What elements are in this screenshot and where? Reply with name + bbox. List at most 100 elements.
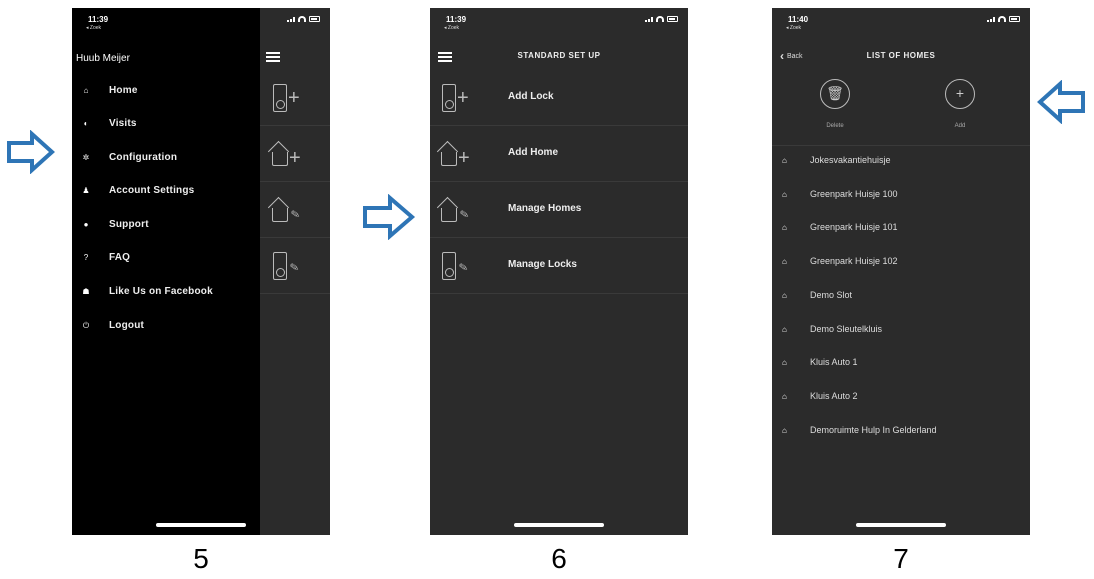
menu-item-support[interactable]: ● Support <box>72 216 260 236</box>
status-bar: 11:40 ◂ Zoek <box>772 8 1030 38</box>
row-label: Manage Homes <box>508 203 582 214</box>
home-icon: ⌂ <box>83 86 89 95</box>
wifi-icon <box>298 16 306 22</box>
delete-label: Delete <box>826 123 844 129</box>
side-menu-drawer: 11:39 ◂ Zoek Huub Meijer ⌂ Home ◐ Visits… <box>72 8 260 535</box>
home-list-item[interactable]: ⌂ Demo Sleutelkluis <box>772 321 1030 341</box>
arrow-left-icon <box>1037 80 1085 124</box>
arrow-right-icon <box>7 130 55 174</box>
back-to-app-link[interactable]: ◂ Zoek <box>86 25 101 31</box>
status-bar: 11:39 ◂ Zoek <box>430 8 688 38</box>
hamburger-menu-icon[interactable] <box>266 52 280 62</box>
wifi-icon <box>998 16 1006 22</box>
step-number: 6 <box>551 543 567 574</box>
home-name: Greenpark Huisje 100 <box>810 189 898 199</box>
menu-item-label: Logout <box>109 320 145 331</box>
add-lock-peek[interactable]: + <box>260 70 330 126</box>
home-list-item[interactable]: ⌂ Kluis Auto 2 <box>772 388 1030 408</box>
home-icon: ⌂ <box>782 156 787 165</box>
user-name: Huub Meijer <box>76 53 130 64</box>
delete-button[interactable]: 🗑 <box>820 79 850 109</box>
add-button[interactable]: + <box>945 79 975 109</box>
home-list-item[interactable]: ⌂ Kluis Auto 1 <box>772 354 1030 374</box>
home-icon: ⌂ <box>782 358 787 367</box>
home-name: Kluis Auto 2 <box>810 391 858 401</box>
plus-icon: + <box>955 85 965 101</box>
gear-icon: ✲ <box>82 153 90 162</box>
manage-homes-row[interactable]: ✎ Manage Homes <box>430 182 688 238</box>
home-indicator[interactable] <box>156 523 246 527</box>
signal-icon <box>645 17 653 22</box>
menu-item-logout[interactable]: ⏻ Logout <box>72 317 260 337</box>
menu-item-label: FAQ <box>109 252 131 263</box>
menu-item-account-settings[interactable]: ♟ Account Settings <box>72 182 260 202</box>
home-name: Greenpark Huisje 102 <box>810 256 898 266</box>
home-icon: ⌂ <box>782 291 787 300</box>
battery-icon <box>309 16 320 22</box>
home-icon: ⌂ <box>782 223 787 232</box>
menu-item-configuration[interactable]: ✲ Configuration <box>72 149 260 169</box>
add-home-row[interactable]: + Add Home <box>430 126 688 182</box>
home-name: Kluis Auto 1 <box>810 357 858 367</box>
back-to-app-link[interactable]: ◂ Zoek <box>444 25 459 31</box>
question-icon: ? <box>83 253 89 262</box>
status-time: 11:39 <box>88 15 109 24</box>
menu-item-faq[interactable]: ? FAQ <box>72 249 260 269</box>
battery-icon <box>1009 16 1020 22</box>
info-icon: ● <box>83 220 89 229</box>
home-name: Greenpark Huisje 101 <box>810 222 898 232</box>
home-list-item[interactable]: ⌂ Greenpark Huisje 102 <box>772 253 1030 273</box>
home-icon: ⌂ <box>782 426 787 435</box>
page-title: STANDARD SET UP <box>517 51 601 60</box>
add-label: Add <box>954 123 966 129</box>
menu-item-label: Configuration <box>109 152 178 163</box>
signal-icon <box>987 17 995 22</box>
add-home-peek[interactable]: + <box>260 126 330 182</box>
visits-icon: ◐ <box>83 119 89 128</box>
status-bar-right <box>260 8 330 38</box>
signal-icon <box>287 17 295 22</box>
add-lock-row[interactable]: + Add Lock <box>430 70 688 126</box>
home-indicator[interactable] <box>856 523 946 527</box>
status-bar: 11:39 ◂ Zoek <box>72 8 260 38</box>
arrow-right-icon <box>363 194 416 240</box>
home-list-item[interactable]: ⌂ Demo Slot <box>772 287 1030 307</box>
home-indicator[interactable] <box>514 523 604 527</box>
step-number: 5 <box>193 543 209 574</box>
home-list-item[interactable]: ⌂ Greenpark Huisje 100 <box>772 186 1030 206</box>
screen-5-menu-drawer: 11:39 ◂ Zoek Huub Meijer ⌂ Home ◐ Visits… <box>72 8 330 535</box>
home-list-item[interactable]: ⌂ Jokesvakantiehuisje <box>772 152 1030 172</box>
menu-item-label: Like Us on Facebook <box>109 286 213 297</box>
status-time: 11:39 <box>446 15 467 24</box>
manage-homes-peek[interactable]: ✎ <box>260 182 330 238</box>
home-list-item[interactable]: ⌂ Demoruimte Hulp In Gelderland <box>772 422 1030 442</box>
step-number: 7 <box>893 543 909 574</box>
thumbs-up-icon: ☗ <box>82 287 90 296</box>
screen-7-list-of-homes: 11:40 ◂ Zoek ‹ Back LIST OF HOMES 🗑 Delet… <box>772 8 1030 535</box>
status-icons <box>645 16 678 22</box>
row-label: Add Home <box>508 147 558 158</box>
home-icon: ⌂ <box>782 325 787 334</box>
home-name: Jokesvakantiehuisje <box>810 155 891 165</box>
wifi-icon <box>656 16 664 22</box>
manage-locks-row[interactable]: ✎ Manage Locks <box>430 238 688 294</box>
menu-item-like-facebook[interactable]: ☗ Like Us on Facebook <box>72 283 260 303</box>
row-label: Add Lock <box>508 91 554 102</box>
menu-item-label: Account Settings <box>109 185 195 196</box>
home-list-item[interactable]: ⌂ Greenpark Huisje 101 <box>772 219 1030 239</box>
page-title: LIST OF HOMES <box>866 51 936 60</box>
menu-item-label: Home <box>109 85 138 96</box>
back-to-app-link[interactable]: ◂ Zoek <box>786 25 801 31</box>
menu-item-home[interactable]: ⌂ Home <box>72 82 260 102</box>
trash-icon: 🗑 <box>826 85 844 101</box>
home-name: Demoruimte Hulp In Gelderland <box>810 425 937 435</box>
menu-item-visits[interactable]: ◐ Visits <box>72 115 260 135</box>
home-name: Demo Slot <box>810 290 853 300</box>
manage-locks-peek[interactable]: ✎ <box>260 238 330 294</box>
logout-icon: ⏻ <box>82 321 90 330</box>
home-name: Demo Sleutelkluis <box>810 324 883 334</box>
screen-6-standard-setup: 11:39 ◂ Zoek STANDARD SET UP + Add Lock … <box>430 8 688 535</box>
divider <box>772 145 1030 146</box>
row-label: Manage Locks <box>508 259 577 270</box>
underlying-screen-peek[interactable]: + + ✎ ✎ <box>260 8 330 535</box>
